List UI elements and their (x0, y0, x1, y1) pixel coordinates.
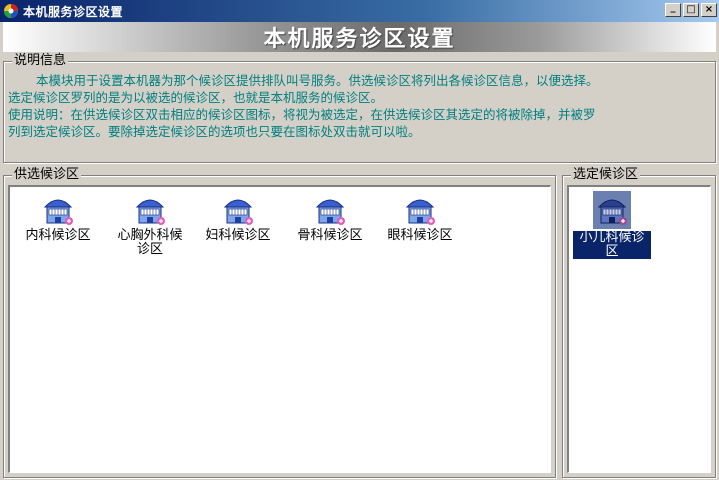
available-zones-groupbox: 供选候诊区 内科候诊区 心胸外科候诊区 妇科候诊区 骨科候诊区 眼科候诊区 (3, 167, 556, 478)
zone-item-label: 骨科候诊区 (297, 228, 363, 243)
title-bar[interactable]: 本机服务诊区设置 _ □ × (0, 0, 719, 22)
info-line-3: 使用说明：在供选候诊区双击相应的候诊区图标，将视为被选定，在供选候诊区其选定的将… (8, 107, 596, 122)
zone-item-pediatrics[interactable]: 小儿科候诊区 (572, 191, 652, 259)
info-line-2: 选定候诊区罗列的是为以被选的候诊区，也就是本机服务的候诊区。 (8, 90, 384, 105)
maximize-icon: □ (686, 4, 696, 15)
info-groupbox: 说明信息 本模块用于设置本机器为那个候诊区提供排队叫号服务。供选候诊区将列出各候… (3, 53, 716, 163)
clinic-building-icon (403, 193, 437, 227)
zone-item-orthopedics[interactable]: 骨科候诊区 (292, 193, 368, 243)
selected-zones-groupbox: 选定候诊区 小儿科候诊区 (562, 167, 716, 478)
maximize-button[interactable]: □ (683, 3, 699, 17)
clinic-building-icon (593, 191, 631, 229)
info-line-4: 列到选定候诊区。要除掉选定候诊区的选项也只要在图标处双击就可以啦。 (8, 124, 421, 139)
zone-item-internal[interactable]: 内科候诊区 (20, 193, 96, 243)
zone-item-label: 妇科候诊区 (205, 228, 271, 243)
zone-item-gynecology[interactable]: 妇科候诊区 (200, 193, 276, 243)
clinic-building-icon (133, 193, 167, 227)
app-globe-icon[interactable] (3, 3, 19, 19)
minimize-button[interactable]: _ (665, 3, 681, 17)
zone-item-label: 内科候诊区 (25, 228, 91, 243)
zone-item-label: 小儿科候诊区 (573, 231, 651, 259)
clinic-building-icon (41, 193, 75, 227)
zone-item-ophthalmology[interactable]: 眼科候诊区 (382, 193, 458, 243)
minimize-icon: _ (670, 2, 676, 13)
banner-title: 本机服务诊区设置 (263, 26, 456, 52)
close-button[interactable]: × (701, 3, 717, 17)
available-zones-list[interactable]: 内科候诊区 心胸外科候诊区 妇科候诊区 骨科候诊区 眼科候诊区 (8, 185, 551, 473)
selected-zones-list[interactable]: 小儿科候诊区 (567, 185, 711, 473)
info-group-label: 说明信息 (12, 53, 69, 69)
info-text: 本模块用于设置本机器为那个候诊区提供排队叫号服务。供选候诊区将列出各候诊区信息，… (8, 72, 709, 140)
zone-item-label: 心胸外科候诊区 (117, 228, 183, 257)
clinic-building-icon (221, 193, 255, 227)
selected-group-label: 选定候诊区 (571, 167, 641, 183)
available-group-label: 供选候诊区 (12, 167, 82, 183)
clinic-building-icon (313, 193, 347, 227)
window-title: 本机服务诊区设置 (23, 4, 124, 19)
close-icon: × (704, 4, 714, 15)
zone-item-cardiothoracic[interactable]: 心胸外科候诊区 (112, 193, 188, 257)
info-line-1: 本模块用于设置本机器为那个候诊区提供排队叫号服务。供选候诊区将列出各候诊区信息，… (36, 73, 599, 88)
header-banner: 本机服务诊区设置 (3, 22, 716, 52)
zone-item-label: 眼科候诊区 (387, 228, 453, 243)
